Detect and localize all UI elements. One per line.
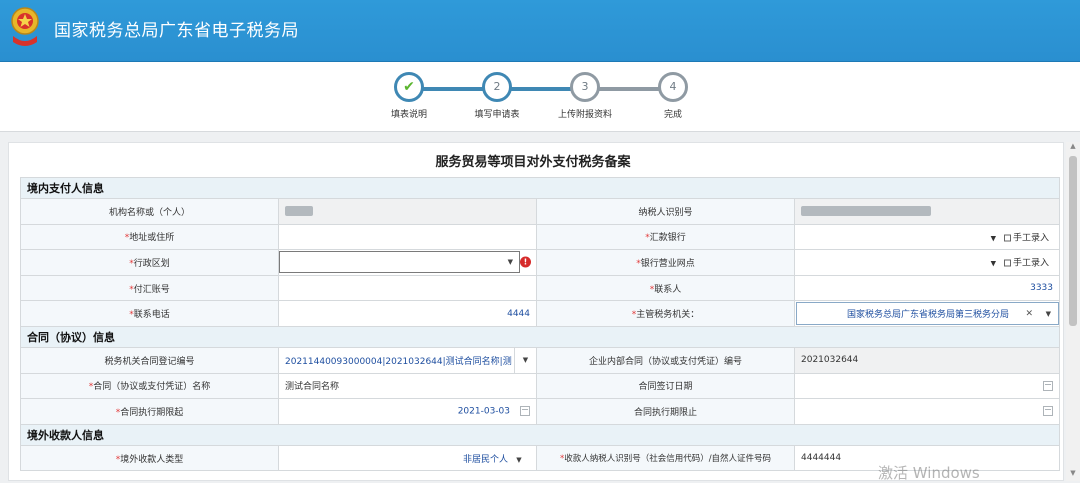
chevron-down-icon[interactable]: ▼: [1046, 310, 1051, 318]
check-icon: ✔: [394, 72, 424, 102]
step-number: 2: [482, 72, 512, 102]
scroll-thumb[interactable]: [1069, 156, 1077, 326]
address-label: *地址或住所: [20, 223, 279, 251]
step-number: 4: [658, 72, 688, 102]
exec-start-label: *合同执行期限起: [20, 398, 279, 425]
exec-start-input[interactable]: 2021-03-03: [278, 398, 537, 425]
bank-branch-label: *银行营业网点: [536, 249, 795, 276]
tax-authority-label: *主管税务机关：: [536, 300, 795, 327]
section-contract-title: 合同（协议）信息: [20, 325, 1060, 348]
step-number: 3: [570, 72, 600, 102]
payee-id-label: *收款人纳税人识别号（社会信用代码）/自然人证件号码: [536, 444, 795, 472]
payee-type-label: *境外收款人类型: [20, 444, 279, 472]
contract-reg-no-select[interactable]: 20211440093000004|2021032644|测试合同名称|测 ▼: [278, 346, 537, 374]
masked-value: [801, 206, 931, 217]
contract-name-label: *合同（协议或支付凭证）名称: [20, 372, 279, 400]
windows-activation-watermark: 激活 Windows: [878, 464, 980, 482]
org-name-label: 机构名称或（个人）: [20, 198, 279, 225]
form-row: *地址或住所 *汇款银行 ▼ 手工录入: [20, 223, 1060, 251]
error-icon: !: [520, 256, 531, 268]
admin-region-cell: ▼ !: [278, 249, 537, 276]
step-progress-bar: ✔ 填表说明 2 填写申请表 3 上传附报资料 4 完成: [0, 62, 1080, 132]
bank-branch-select[interactable]: ▼ 手工录入: [794, 249, 1060, 276]
form-row: *付汇账号 *联系人 3333: [20, 274, 1060, 302]
payee-type-select[interactable]: 非居民个人 ▼: [278, 444, 537, 472]
step-fill-instructions[interactable]: ✔ 填表说明: [379, 72, 439, 120]
manual-entry-checkbox[interactable]: ▼ 手工录入: [991, 230, 1049, 243]
chevron-down-icon: ▼: [507, 258, 513, 267]
clear-icon[interactable]: ✕: [1025, 309, 1033, 319]
contract-reg-no-label: 税务机关合同登记编号: [20, 346, 279, 374]
taxpayer-id-field: [794, 198, 1060, 225]
form-row: *联系电话 4444 *主管税务机关： 国家税务总局广东省税务局第三税务分局 ✕…: [20, 300, 1060, 327]
taxpayer-id-label: 纳税人识别号: [536, 198, 795, 225]
phone-label: *联系电话: [20, 300, 279, 327]
chevron-down-icon: ▼: [990, 234, 996, 243]
admin-region-select[interactable]: ▼ !: [279, 251, 531, 274]
form-row: 机构名称或（个人） 纳税人识别号: [20, 198, 1060, 225]
form-row: 税务机关合同登记编号 20211440093000004|2021032644|…: [20, 346, 1060, 374]
step-label: 完成: [663, 110, 682, 120]
chevron-down-icon: ▼: [514, 348, 536, 373]
form-row: *行政区划 ▼ ! *银行营业网点 ▼ 手工录入: [20, 249, 1060, 276]
calendar-icon[interactable]: [1043, 406, 1053, 417]
exec-end-input[interactable]: [794, 398, 1060, 425]
remit-account-label: *付汇账号: [20, 274, 279, 302]
section-header: 境外收款人信息: [20, 423, 1060, 446]
sign-date-label: 合同签订日期: [536, 372, 795, 400]
remit-account-input[interactable]: [278, 274, 537, 302]
contract-name-input[interactable]: 测试合同名称: [278, 372, 537, 400]
app-title: 国家税务总局广东省电子税务局: [54, 21, 299, 41]
step-complete[interactable]: 4 完成: [643, 72, 703, 120]
remit-bank-select[interactable]: ▼ 手工录入: [794, 223, 1060, 251]
section-payer-title: 境内支付人信息: [20, 177, 1060, 199]
admin-region-label: *行政区划: [20, 249, 279, 276]
exec-end-label: 合同执行期限止: [536, 398, 795, 425]
sign-date-input[interactable]: [794, 372, 1060, 400]
app-header: 国家税务总局广东省电子税务局: [0, 0, 1080, 62]
section-header: 合同（协议）信息: [20, 325, 1060, 348]
masked-value: [285, 206, 313, 217]
section-header: 境内支付人信息: [20, 177, 1060, 199]
scroll-up-arrow-icon[interactable]: ▲: [1066, 142, 1080, 154]
form-row: *合同（协议或支付凭证）名称 测试合同名称 合同签订日期: [20, 372, 1060, 400]
tax-authority-select[interactable]: 国家税务总局广东省税务局第三税务分局 ✕ ▼: [794, 300, 1060, 327]
chevron-down-icon: ▼: [516, 455, 522, 464]
internal-contract-no-label: 企业内部合同（协议或支付凭证）编号: [536, 346, 795, 374]
form-title: 服务贸易等项目对外支付税务备案: [435, 155, 631, 170]
form-row: *合同执行期限起 2021-03-03 合同执行期限止: [20, 398, 1060, 425]
step-label: 填写申请表: [474, 110, 520, 120]
remit-bank-label: *汇款银行: [536, 223, 795, 251]
contact-input[interactable]: 3333: [794, 274, 1060, 302]
step-upload-attachments[interactable]: 3 上传附报资料: [555, 72, 615, 120]
vertical-scrollbar[interactable]: ▲ ▼: [1066, 142, 1080, 481]
calendar-icon[interactable]: [520, 406, 530, 417]
manual-entry-checkbox[interactable]: ▼ 手工录入: [991, 256, 1049, 269]
step-label: 上传附报资料: [557, 110, 612, 120]
calendar-icon[interactable]: [1043, 380, 1053, 391]
phone-input[interactable]: 4444: [278, 300, 537, 327]
address-input[interactable]: [278, 223, 537, 251]
tax-emblem-icon: [11, 7, 39, 46]
contact-label: *联系人: [536, 274, 795, 302]
step-fill-form[interactable]: 2 填写申请表: [467, 72, 527, 120]
step-label: 填表说明: [390, 110, 427, 120]
internal-contract-no-field: 2021032644: [794, 346, 1060, 374]
section-payee-title: 境外收款人信息: [20, 423, 1060, 446]
org-name-field: [278, 198, 537, 225]
scroll-down-arrow-icon[interactable]: ▼: [1066, 469, 1080, 481]
filing-form: 境内支付人信息 机构名称或（个人） 纳税人识别号 *地址或住所 *汇款银行 ▼ 手…: [20, 177, 1060, 472]
form-panel: 服务贸易等项目对外支付税务备案 境内支付人信息 机构名称或（个人） 纳税人识别号…: [8, 142, 1064, 481]
chevron-down-icon: ▼: [990, 259, 996, 268]
